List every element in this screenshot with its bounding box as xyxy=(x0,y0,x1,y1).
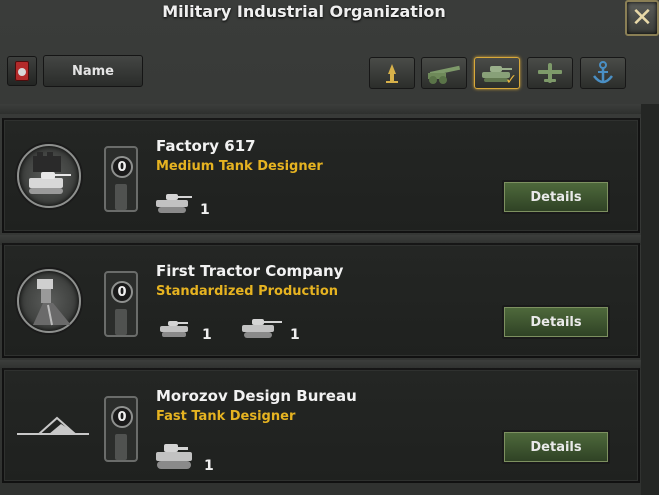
equipment-count: 1 xyxy=(204,458,214,474)
equipment-item: 1 xyxy=(154,440,214,474)
organization-trait: Standardized Production xyxy=(156,284,339,299)
close-button[interactable]: ✕ xyxy=(625,0,659,36)
filter-artillery-button[interactable] xyxy=(421,57,467,89)
slot-count: 0 xyxy=(111,156,133,178)
anchor-icon xyxy=(593,61,613,84)
artillery-icon xyxy=(428,65,461,84)
toolbar: Name ✓ xyxy=(0,52,659,92)
infantry-icon xyxy=(386,64,398,83)
sort-by-name-button[interactable]: Name xyxy=(43,55,143,87)
light-tank-icon xyxy=(160,321,188,337)
equipment-count: 1 xyxy=(290,327,300,343)
details-button[interactable]: Details xyxy=(502,305,610,339)
research-slot: 0 xyxy=(104,396,138,462)
divider xyxy=(0,104,659,114)
morozov-emblem-icon xyxy=(17,394,89,458)
filter-air-button[interactable] xyxy=(527,57,573,89)
organization-name: Morozov Design Bureau xyxy=(156,387,357,405)
medal-icon xyxy=(15,61,29,81)
organization-trait: Medium Tank Designer xyxy=(156,159,323,174)
equipment-item: 1 xyxy=(156,315,212,343)
filter-tank-button[interactable]: ✓ xyxy=(474,57,520,89)
sort-by-medal-button[interactable] xyxy=(7,56,37,86)
scrollbar[interactable] xyxy=(641,104,659,495)
medium-tank-icon xyxy=(156,194,192,213)
organization-list[interactable]: 0 Factory 617 Medium Tank Designer 1 Det… xyxy=(0,104,659,495)
details-button[interactable]: Details xyxy=(502,180,610,214)
filter-naval-button[interactable] xyxy=(580,57,626,89)
organization-card-morozov-design-bureau: 0 Morozov Design Bureau Fast Tank Design… xyxy=(2,368,640,483)
equipment-count: 1 xyxy=(200,202,210,218)
heavy-tank-icon xyxy=(156,444,192,469)
close-icon: ✕ xyxy=(631,3,653,33)
tractor-emblem-icon xyxy=(17,269,81,333)
window-title: Military Industrial Organization xyxy=(162,2,446,21)
slot-count: 0 xyxy=(111,406,133,428)
plane-icon xyxy=(538,63,562,83)
factory-emblem-icon xyxy=(17,144,81,208)
equipment-item: 1 xyxy=(240,315,300,343)
slot-count: 0 xyxy=(111,281,133,303)
organization-card-first-tractor-company: 0 First Tractor Company Standardized Pro… xyxy=(2,243,640,358)
filter-infantry-button[interactable] xyxy=(369,57,415,89)
medium-tank-icon xyxy=(242,319,282,338)
details-button[interactable]: Details xyxy=(502,430,610,464)
mio-window: Military Industrial Organization ✕ Name xyxy=(0,0,659,495)
organization-name: Factory 617 xyxy=(156,137,256,155)
organization-card-factory-617: 0 Factory 617 Medium Tank Designer 1 Det… xyxy=(2,118,640,233)
equipment-count: 1 xyxy=(202,327,212,343)
equipment-item: 1 xyxy=(154,190,210,218)
research-slot: 0 xyxy=(104,146,138,212)
selected-check-icon: ✓ xyxy=(505,72,517,88)
organization-trait: Fast Tank Designer xyxy=(156,409,296,424)
organization-name: First Tractor Company xyxy=(156,262,344,280)
research-slot: 0 xyxy=(104,271,138,337)
